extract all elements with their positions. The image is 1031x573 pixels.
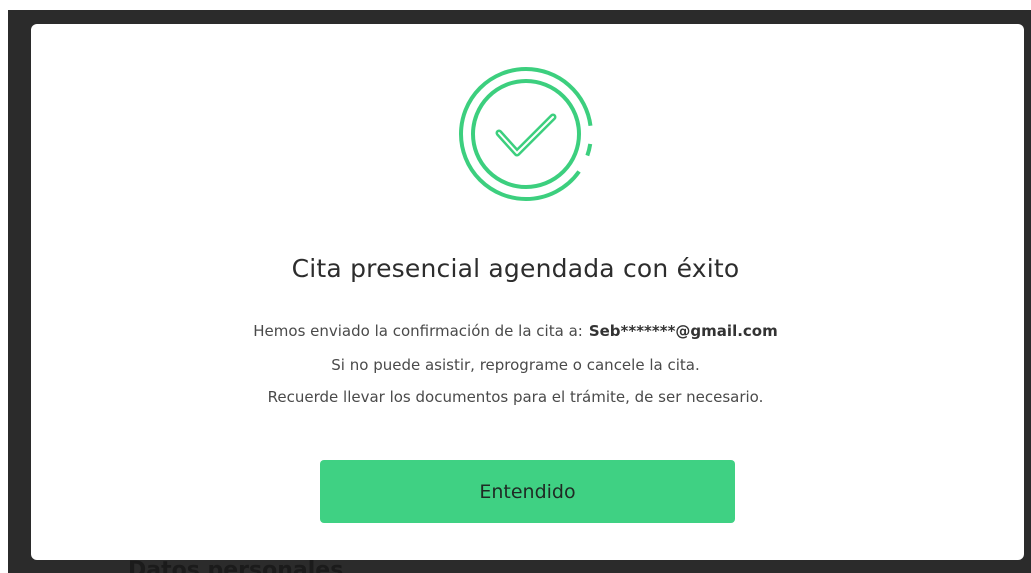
confirmation-prefix: Hemos enviado la confirmación de la cita… [253, 322, 583, 340]
reschedule-message: Si no puede asistir, reprograme o cancel… [331, 356, 700, 374]
success-check-circle-icon [459, 67, 593, 201]
background-section-heading: Datos personales [128, 558, 344, 573]
confirmation-message: Hemos enviado la confirmación de la cita… [0, 322, 1031, 340]
documents-reminder: Recuerde llevar los documentos para el t… [267, 388, 764, 406]
understood-button[interactable]: Entendido [320, 460, 735, 523]
dialog-title: Cita presencial agendada con éxito [291, 254, 740, 283]
confirmation-email: Seb*******@gmail.com [588, 322, 778, 340]
